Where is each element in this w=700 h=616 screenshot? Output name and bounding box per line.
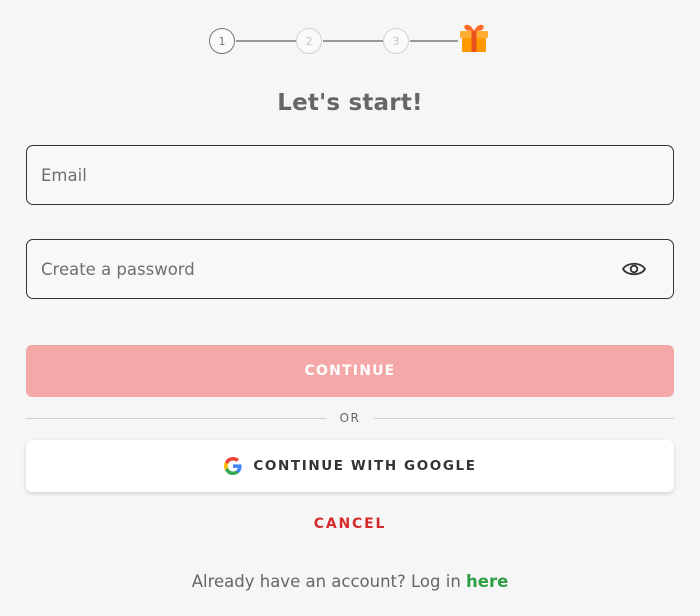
login-here-link[interactable]: here	[466, 572, 508, 591]
email-input[interactable]	[27, 146, 673, 204]
continue-with-google-button[interactable]: CONTINUE WITH GOOGLE	[26, 440, 674, 492]
or-label: OR	[339, 411, 361, 425]
progress-stepper: 1 2 3	[0, 18, 700, 62]
gift-icon	[460, 24, 488, 52]
step-connector	[323, 40, 383, 42]
password-input[interactable]	[27, 240, 673, 298]
step-connector	[410, 40, 458, 42]
or-divider: OR	[26, 409, 674, 429]
continue-button[interactable]: CONTINUE	[26, 345, 674, 397]
step-connector	[236, 40, 296, 42]
login-prompt-text: Already have an account? Log in	[191, 572, 467, 591]
google-icon	[224, 457, 243, 475]
step-2: 2	[296, 28, 322, 54]
login-prompt: Already have an account? Log in here	[0, 572, 700, 591]
step-1: 1	[209, 28, 235, 54]
eye-icon[interactable]	[621, 258, 647, 280]
page-title: Let's start!	[277, 90, 423, 116]
divider-line-left	[26, 418, 326, 419]
divider-line-right	[374, 418, 674, 419]
email-field-container	[26, 145, 674, 205]
cancel-button[interactable]: CANCEL	[0, 516, 700, 532]
step-3: 3	[383, 28, 409, 54]
password-field-container	[26, 239, 674, 299]
google-button-label: CONTINUE WITH GOOGLE	[253, 458, 477, 474]
